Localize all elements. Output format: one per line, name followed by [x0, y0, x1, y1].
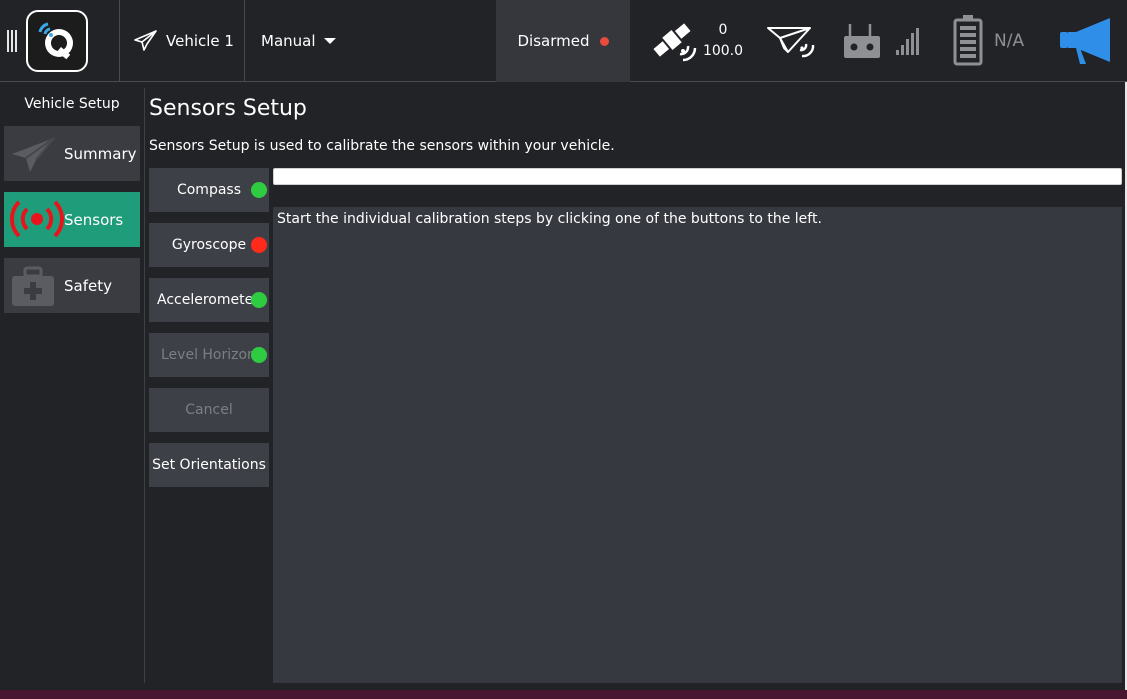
page-description: Sensors Setup is used to calibrate the s… [149, 138, 615, 154]
app-logo-icon[interactable] [26, 10, 88, 72]
toolbar-divider [244, 0, 245, 82]
desktop-background-strip [0, 690, 1127, 699]
sidebar-item-label: Safety [64, 276, 112, 295]
level-horizon-button[interactable]: Level Horizon [149, 333, 269, 377]
calibration-message: Start the individual calibration steps b… [277, 211, 822, 227]
sidebar-item-summary[interactable]: Summary [4, 126, 140, 181]
flight-mode-dropdown[interactable]: Manual [261, 0, 336, 82]
sidebar-item-label: Sensors [64, 210, 124, 229]
status-error-icon [251, 237, 267, 253]
gps-satellite-count: 0 [718, 22, 728, 38]
button-label: Set Orientations [152, 457, 266, 473]
calibration-progress-bar [273, 168, 1122, 185]
status-ok-icon [251, 347, 267, 363]
sidebar-divider [144, 88, 145, 683]
vehicle-label: Vehicle 1 [166, 32, 234, 50]
calibration-message-area: Start the individual calibration steps b… [273, 207, 1122, 683]
rc-radio-icon[interactable] [842, 20, 922, 62]
toolbar-divider [119, 0, 120, 82]
arm-status-dot [599, 36, 609, 46]
paper-plane-icon [134, 30, 157, 51]
set-orientations-button[interactable]: Set Orientations [149, 443, 269, 487]
button-label: Accelerometer [157, 292, 259, 308]
page-title: Sensors Setup [149, 96, 307, 121]
menu-grip-icon[interactable] [7, 30, 19, 52]
sidebar-item-sensors[interactable]: Sensors [4, 192, 140, 247]
cancel-button[interactable]: Cancel [149, 388, 269, 432]
paper-plane-icon [12, 137, 55, 172]
button-label: Gyroscope [171, 237, 247, 253]
vehicle-selector[interactable]: Vehicle 1 [134, 0, 234, 82]
button-label: Level Horizon [161, 347, 256, 363]
first-aid-kit-icon [12, 266, 54, 306]
arm-status-indicator[interactable]: Disarmed [496, 0, 630, 82]
battery-icon[interactable] [953, 14, 983, 66]
chevron-down-icon [323, 38, 336, 44]
top-toolbar: Vehicle 1 Manual Disarmed 0 100.0 N/A [0, 0, 1127, 82]
compass-calibrate-button[interactable]: Compass [149, 168, 269, 212]
accelerometer-calibrate-button[interactable]: Accelerometer [149, 278, 269, 322]
button-label: Compass [176, 182, 242, 198]
megaphone-icon[interactable] [1058, 16, 1114, 66]
gps-hdop-value: 100.0 [702, 43, 744, 59]
sidebar-item-safety[interactable]: Safety [4, 258, 140, 313]
status-ok-icon [251, 182, 267, 198]
gps-satellite-icon[interactable] [650, 18, 700, 64]
sensors-icon [10, 200, 64, 238]
arm-status-label: Disarmed [517, 32, 590, 50]
sidebar-item-label: Summary [64, 144, 137, 163]
vehicle-setup-title: Vehicle Setup [24, 96, 120, 112]
button-label: Cancel [185, 402, 233, 418]
telemetry-plane-icon[interactable] [766, 24, 818, 60]
gyroscope-calibrate-button[interactable]: Gyroscope [149, 223, 269, 267]
battery-status-text: N/A [994, 31, 1025, 51]
flight-mode-label: Manual [261, 32, 316, 50]
gps-readout[interactable]: 0 100.0 [700, 20, 746, 62]
status-ok-icon [251, 292, 267, 308]
